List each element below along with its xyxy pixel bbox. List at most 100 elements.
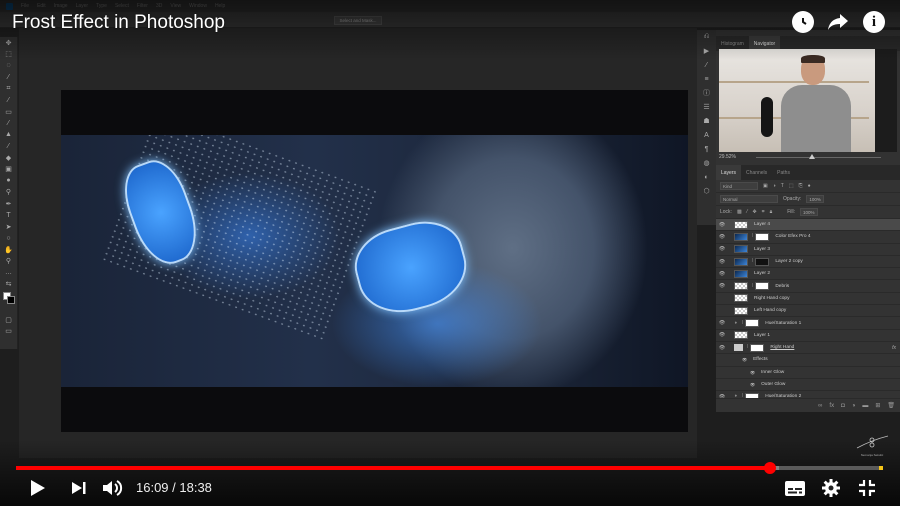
character-panel-icon[interactable]: A [697, 128, 716, 142]
lock-artboard-icon[interactable]: ⌗ [762, 209, 765, 215]
navigator-zoom-slider-handle[interactable] [809, 154, 815, 159]
video-title[interactable]: Frost Effect in Photoshop [12, 12, 225, 34]
layer-row[interactable]: 👁︎ Layer 2 [716, 268, 900, 281]
lock-transparency-icon[interactable]: ▩ [737, 209, 742, 215]
swap-colors-icon[interactable]: ⇆ [0, 279, 17, 291]
visibility-eye-icon[interactable]: 👁︎ [716, 283, 728, 289]
color-swatches[interactable] [0, 290, 17, 314]
navigator-zoom-value[interactable]: 29.52% [719, 154, 736, 160]
visibility-eye-icon[interactable]: 👁︎ [716, 246, 728, 252]
stamp-tool-icon[interactable]: ▲ [0, 129, 17, 141]
document-canvas[interactable] [61, 90, 688, 432]
effect-visibility-icon[interactable]: 👁︎ [750, 370, 755, 375]
gradient-tool-icon[interactable]: ▣ [0, 164, 17, 176]
layer-mask-thumbnail[interactable] [745, 319, 760, 328]
layer-effect-row[interactable]: 👁︎ Effects [716, 354, 900, 367]
filter-toggle-icon[interactable]: ● [808, 183, 811, 189]
quick-select-tool-icon[interactable]: ⁄ [0, 72, 17, 84]
eraser-tool-icon[interactable]: ◆ [0, 152, 17, 164]
path-select-tool-icon[interactable]: ➤ [0, 221, 17, 233]
progress-bar[interactable] [16, 462, 883, 474]
layer-row[interactable]: 👁︎ ⁞ Color Efex Pro 4 [716, 231, 900, 244]
layer-fx-icon[interactable]: fx [892, 345, 896, 351]
filter-adjustment-icon[interactable]: ◑ [773, 183, 776, 189]
blend-mode-select[interactable]: Normal [720, 195, 778, 203]
subtitles-button[interactable] [784, 477, 806, 499]
lasso-tool-icon[interactable]: ◌ [0, 60, 17, 72]
new-adjustment-icon[interactable]: ◑ [852, 403, 856, 409]
screen-mode-icon[interactable]: ▭ [0, 326, 17, 338]
mask-link-icon[interactable]: ⁞ [747, 345, 748, 350]
info-panel-icon[interactable]: ⓘ [697, 86, 716, 100]
dodge-tool-icon[interactable]: ⚲ [0, 187, 17, 199]
properties-panel-icon[interactable]: ☰ [697, 100, 716, 114]
lock-position-icon[interactable]: ✥ [753, 209, 757, 215]
layer-mask-thumbnail[interactable] [755, 232, 770, 241]
filter-type-icon[interactable]: T [781, 183, 784, 189]
visibility-eye-icon[interactable]: 👁︎ [716, 259, 728, 265]
crop-tool-icon[interactable]: ⌗ [0, 83, 17, 95]
hand-tool-icon[interactable]: ✋ [0, 244, 17, 256]
layer-row[interactable]: Right Hand copy [716, 293, 900, 306]
mask-link-icon[interactable]: ⁞ [752, 259, 753, 264]
healing-tool-icon[interactable]: ▭ [0, 106, 17, 118]
visibility-eye-icon[interactable]: 👁︎ [716, 332, 728, 338]
eyedropper-tool-icon[interactable]: ⁄ [0, 95, 17, 107]
layer-mask-thumbnail[interactable] [750, 343, 765, 352]
layer-row[interactable]: 👁︎ ◑ ⁞ Hue/Saturation 1 [716, 317, 900, 330]
visibility-eye-icon[interactable]: 👁︎ [716, 345, 728, 351]
new-group-icon[interactable]: ▬ [862, 403, 868, 409]
fill-input[interactable]: 100% [800, 208, 818, 216]
tab-layers[interactable]: Layers [716, 165, 742, 180]
tab-paths[interactable]: Paths [772, 165, 795, 180]
zoom-tool-icon[interactable]: ⚲ [0, 256, 17, 268]
navigator-zoom-slider[interactable] [756, 157, 881, 158]
filter-shape-icon[interactable]: ⬚ [789, 183, 794, 189]
pen-tool-icon[interactable]: ✒ [0, 198, 17, 210]
layer-row[interactable]: Left Hand copy [716, 305, 900, 318]
info-icon[interactable]: i [863, 11, 885, 33]
visibility-eye-icon[interactable]: 👁︎ [716, 320, 728, 326]
mask-link-icon[interactable]: ⁞ [752, 284, 753, 289]
lock-all-icon[interactable]: 🔒︎ [770, 209, 773, 215]
add-mask-icon[interactable]: ◘ [841, 403, 845, 409]
layer-row[interactable]: 👁︎ ⁞ Debris [716, 280, 900, 293]
exit-fullscreen-button[interactable] [856, 477, 878, 499]
brush-settings-icon[interactable]: ≡ [697, 72, 716, 86]
share-icon[interactable] [827, 11, 849, 33]
delete-layer-icon[interactable]: 🗑︎ [887, 402, 895, 409]
quick-mask-icon[interactable]: ▢ [0, 314, 17, 326]
layer-filter-kind-select[interactable]: Kind [720, 182, 758, 190]
brush-tool-icon[interactable]: ⁄ [0, 118, 17, 130]
more-tools-icon[interactable]: … [0, 267, 17, 279]
settings-button[interactable] [820, 477, 842, 499]
channel-watermark[interactable]: Nemanja Sekulic [852, 432, 892, 462]
libraries-panel-icon[interactable]: ⬡ [697, 184, 716, 198]
layer-mask-thumbnail[interactable] [755, 282, 770, 291]
tab-channels[interactable]: Channels [741, 165, 772, 180]
volume-button[interactable] [102, 477, 124, 499]
shape-tool-icon[interactable]: ○ [0, 233, 17, 245]
history-brush-tool-icon[interactable]: ⁄ [0, 141, 17, 153]
filter-pixel-icon[interactable]: ▣ [763, 183, 768, 189]
watch-later-icon[interactable] [792, 11, 814, 33]
layer-effect-row[interactable]: 👁︎ Outer Glow [716, 379, 900, 392]
visibility-eye-icon[interactable]: 👁︎ [716, 222, 728, 228]
lock-pixels-icon[interactable]: ⁄ [747, 209, 748, 215]
background-color-swatch[interactable] [7, 296, 15, 304]
next-button[interactable] [70, 477, 88, 499]
paragraph-panel-icon[interactable]: ¶ [697, 142, 716, 156]
brush-panel-icon[interactable]: ⁄ [697, 58, 716, 72]
filter-smart-object-icon[interactable]: ⎘ [799, 183, 803, 189]
blur-tool-icon[interactable]: ● [0, 175, 17, 187]
swatches-panel-icon[interactable]: ◍ [697, 156, 716, 170]
mask-link-icon[interactable]: ⁞ [752, 234, 753, 239]
layer-row[interactable]: 👁︎ Layer 3 [716, 244, 900, 256]
layer-mask-thumbnail[interactable] [755, 257, 770, 266]
layer-effect-row[interactable]: 👁︎ Inner Glow [716, 367, 900, 379]
layer-style-icon[interactable]: fx [829, 403, 834, 409]
type-tool-icon[interactable]: T [0, 210, 17, 222]
play-button[interactable] [28, 477, 48, 499]
link-layers-icon[interactable]: ∞ [818, 403, 822, 409]
layer-row[interactable]: 👁︎ Layer 1 [716, 330, 900, 342]
